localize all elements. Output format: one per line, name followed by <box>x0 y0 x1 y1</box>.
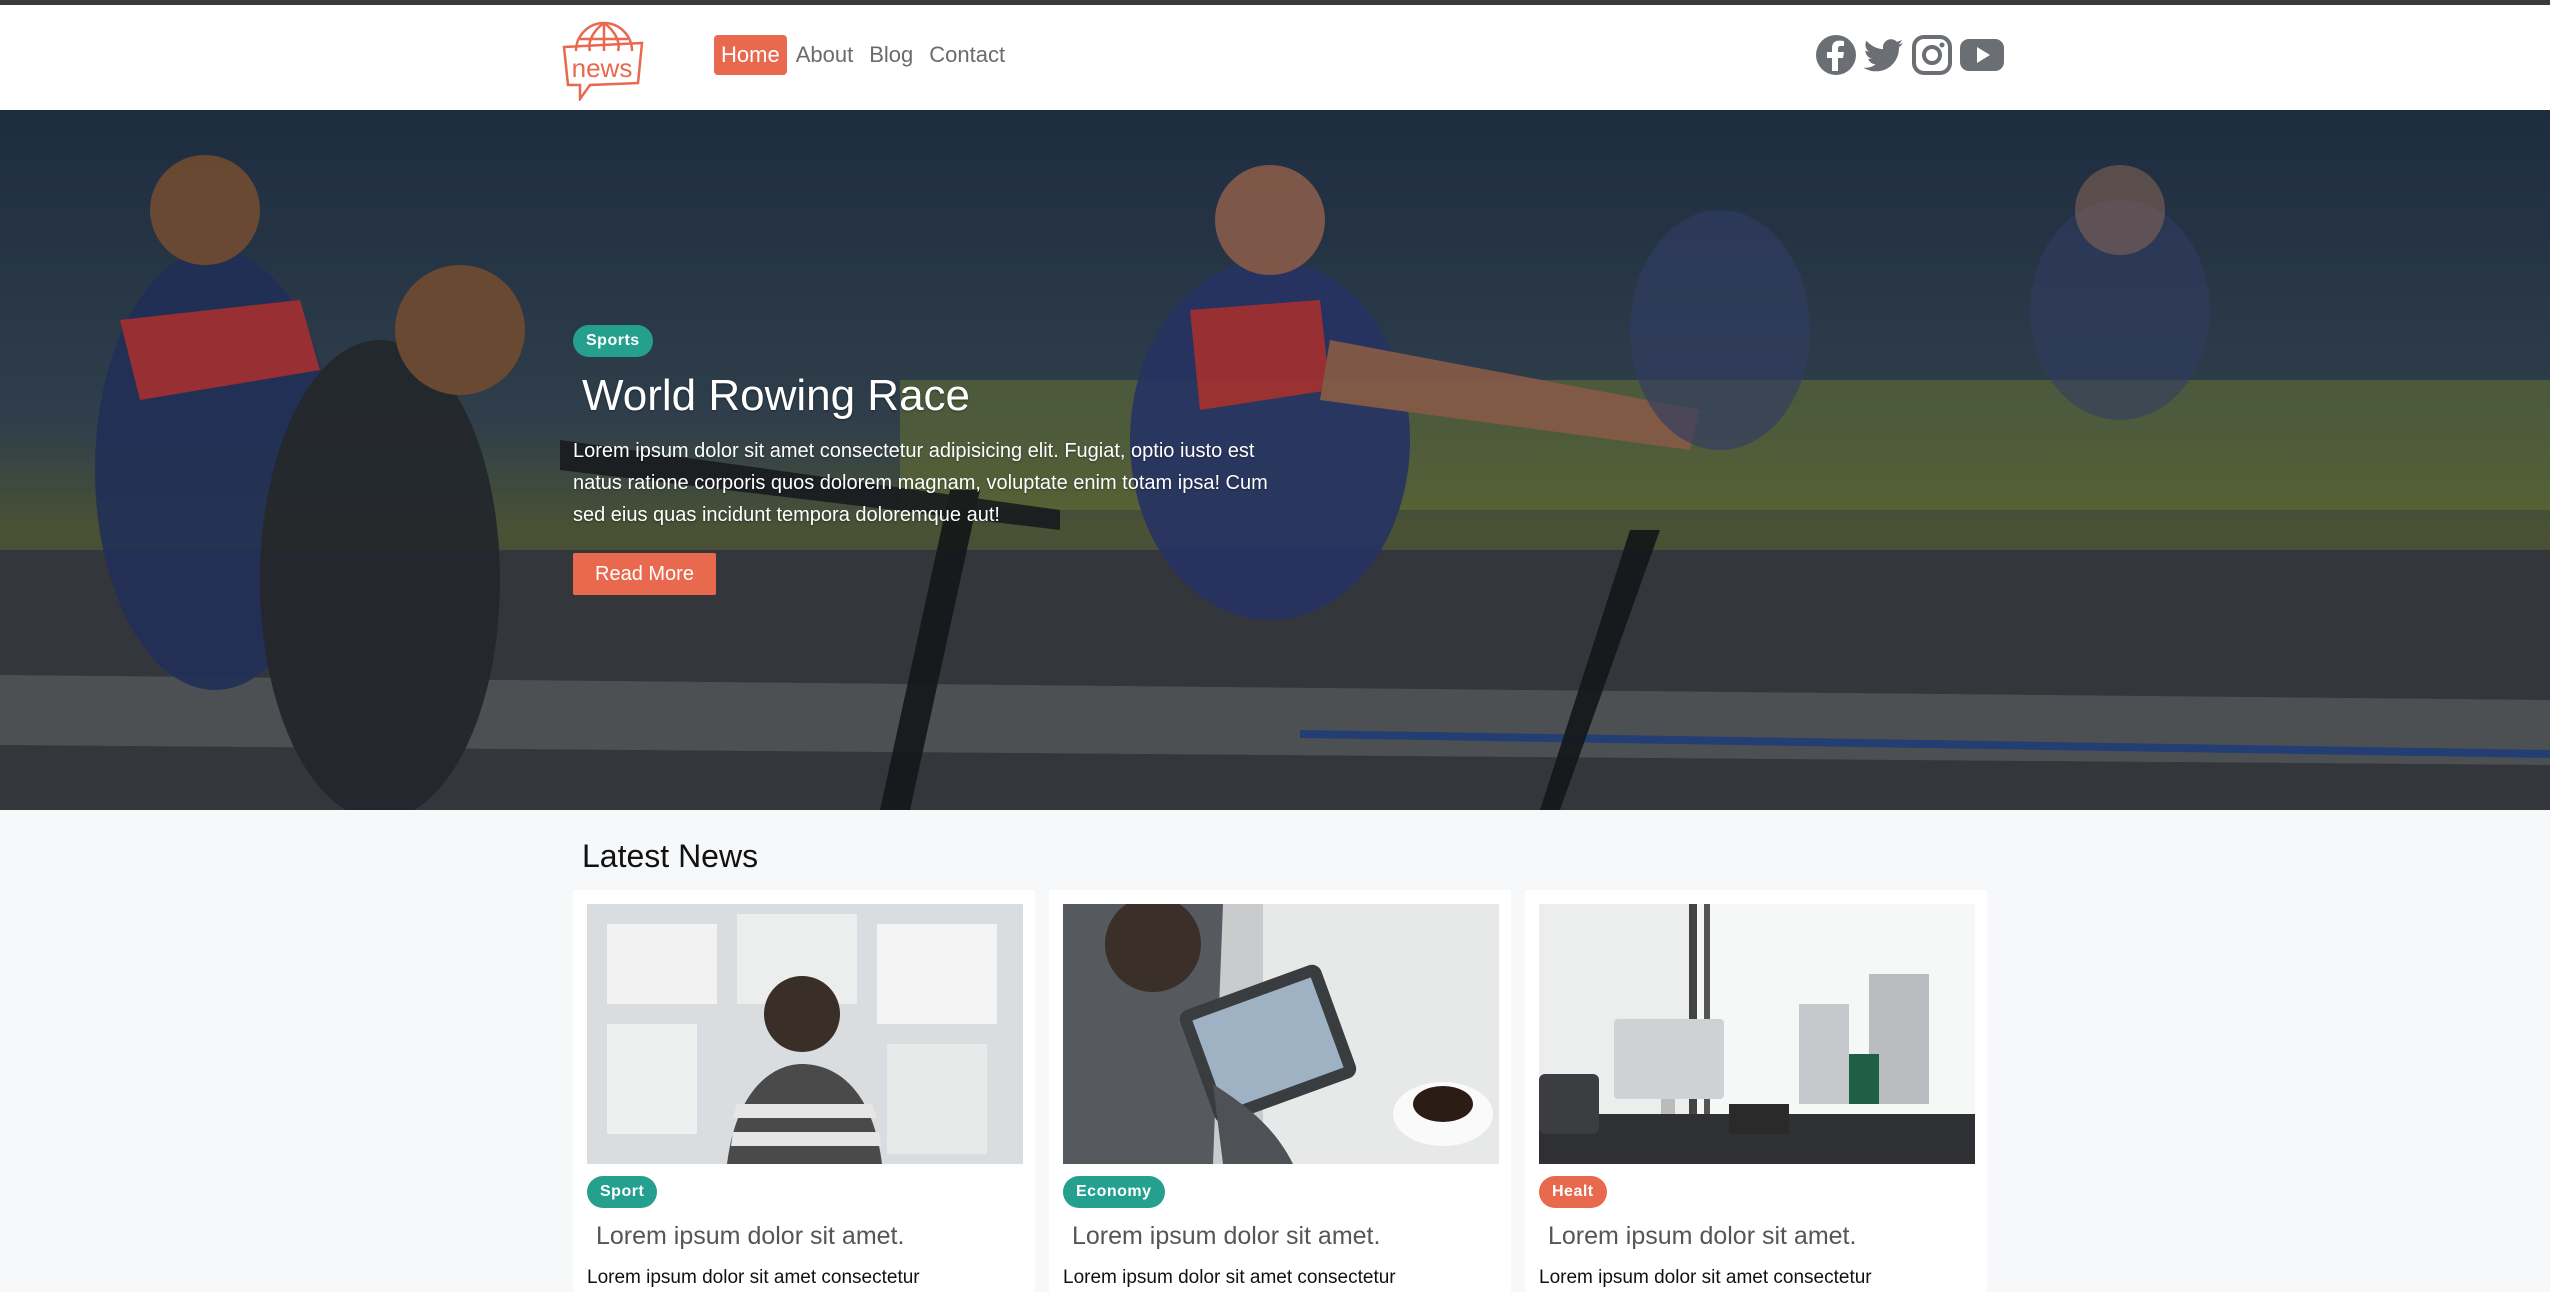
hero-image <box>0 110 2550 810</box>
card-text: Lorem ipsum dolor sit amet consectetur <box>1539 1267 1872 1288</box>
hero-category-badge[interactable]: Sports <box>573 325 653 357</box>
news-cards: Sport Lorem ipsum dolor sit amet. Lorem … <box>573 890 1987 1292</box>
news-card[interactable]: Sport Lorem ipsum dolor sit amet. Lorem … <box>573 890 1035 1292</box>
youtube-icon[interactable] <box>1958 33 2004 77</box>
hero-title: World Rowing Race <box>582 371 971 420</box>
hero-text: Lorem ipsum dolor sit amet consectetur a… <box>573 440 1268 526</box>
hero-content: Sports World Rowing Race Lorem ipsum dol… <box>573 325 1273 595</box>
card-text: Lorem ipsum dolor sit amet consectetur <box>1063 1267 1396 1288</box>
main-nav: Home About Blog Contact <box>714 35 1014 75</box>
svg-text:news: news <box>572 53 633 83</box>
card-image-office <box>1539 904 1975 1164</box>
nav-contact[interactable]: Contact <box>922 35 1012 75</box>
instagram-icon[interactable] <box>1910 33 1954 77</box>
card-title[interactable]: Lorem ipsum dolor sit amet. <box>1072 1222 1497 1251</box>
news-card[interactable]: Economy Lorem ipsum dolor sit amet. Lore… <box>1049 890 1511 1292</box>
card-badge[interactable]: Economy <box>1063 1176 1165 1208</box>
social-links <box>1814 33 2004 77</box>
facebook-icon[interactable] <box>1814 33 1858 77</box>
read-more-button[interactable]: Read More <box>573 553 716 595</box>
globe-icon: news <box>562 21 644 103</box>
hero-banner: Sports World Rowing Race Lorem ipsum dol… <box>0 110 2550 810</box>
nav-blog[interactable]: Blog <box>862 35 920 75</box>
card-badge[interactable]: Sport <box>587 1176 658 1208</box>
site-header: news Home About Blog Contact <box>0 5 2550 110</box>
nav-home[interactable]: Home <box>714 35 787 75</box>
news-card[interactable]: Healt Lorem ipsum dolor sit amet. Lorem … <box>1525 890 1987 1292</box>
card-text: Lorem ipsum dolor sit amet consectetur <box>587 1267 920 1288</box>
card-image-workspace <box>587 904 1023 1164</box>
card-title[interactable]: Lorem ipsum dolor sit amet. <box>596 1222 1021 1251</box>
latest-news-title: Latest News <box>582 838 759 874</box>
twitter-icon[interactable] <box>1862 33 1906 77</box>
site-logo[interactable]: news <box>556 15 650 103</box>
card-badge[interactable]: Healt <box>1539 1176 1607 1208</box>
nav-about[interactable]: About <box>789 35 861 75</box>
card-image-tablet <box>1063 904 1499 1164</box>
card-title[interactable]: Lorem ipsum dolor sit amet. <box>1548 1222 1973 1251</box>
